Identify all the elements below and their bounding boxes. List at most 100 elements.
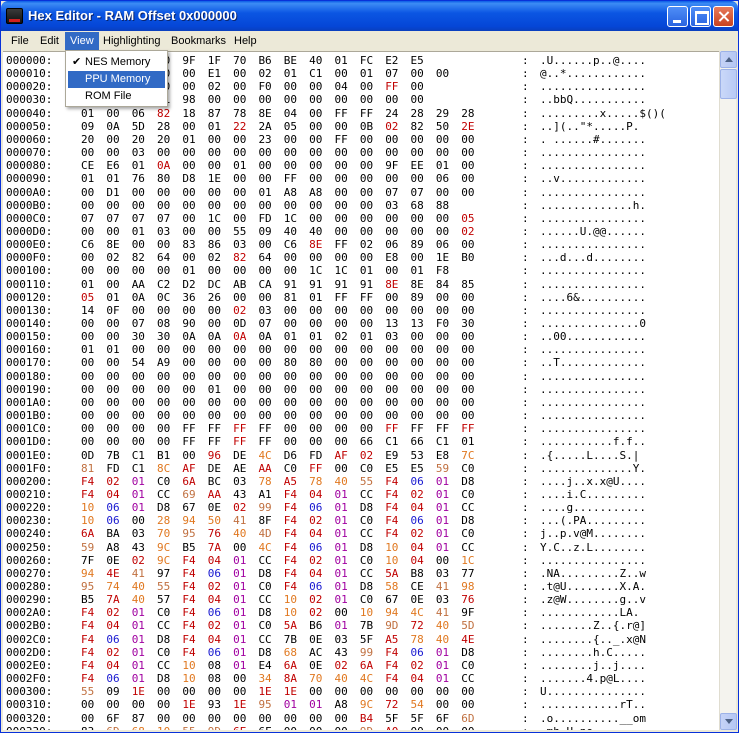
hex-byte[interactable]: 02 [461, 225, 479, 238]
hex-byte[interactable]: 74 [106, 580, 124, 593]
hex-byte[interactable]: 01 [132, 501, 150, 514]
hex-byte[interactable]: 24 [385, 107, 403, 120]
hex-byte[interactable]: 00 [132, 383, 150, 396]
hex-byte[interactable]: 00 [81, 396, 99, 409]
hex-byte[interactable]: 01 [335, 54, 353, 67]
hex-byte[interactable]: 00 [309, 343, 327, 356]
hex-byte[interactable]: 40 [132, 580, 150, 593]
hex-byte[interactable]: 05 [284, 120, 302, 133]
hex-byte[interactable]: 00 [360, 251, 378, 264]
hex-byte[interactable]: 00 [233, 212, 251, 225]
hex-byte[interactable]: 00 [182, 67, 200, 80]
hex-byte[interactable]: 00 [411, 409, 429, 422]
hex-byte[interactable]: 00 [360, 304, 378, 317]
hex-byte[interactable]: 00 [157, 146, 175, 159]
hex-byte[interactable]: 00 [360, 396, 378, 409]
hex-byte[interactable]: D8 [258, 567, 276, 580]
hex-byte[interactable]: 0E [411, 593, 429, 606]
hex-byte[interactable]: 02 [385, 120, 403, 133]
hex-byte[interactable]: 00 [411, 67, 429, 80]
hex-byte[interactable]: 00 [436, 67, 454, 80]
hex-byte[interactable]: 00 [106, 133, 124, 146]
hex-byte[interactable]: 00 [157, 409, 175, 422]
hex-byte[interactable]: 00 [284, 93, 302, 106]
hex-byte[interactable]: D8 [461, 475, 479, 488]
title-bar[interactable]: Hex Editor - RAM Offset 0x000000 [1, 1, 738, 31]
hex-byte[interactable]: FF [258, 422, 276, 435]
hex-byte[interactable]: 00 [157, 396, 175, 409]
hex-byte[interactable]: 01 [132, 606, 150, 619]
hex-byte[interactable]: 00 [436, 225, 454, 238]
hex-row[interactable]: 000150: 00 00 30 30 0A 0A 0A 0A 01 01 02 01 03 00 00 00:… [3, 330, 719, 343]
hex-byte[interactable]: 06 [385, 238, 403, 251]
hex-row[interactable]: 000130: 14 0F 00 00 00 00 02 03 00 00 00 00 00 00 00 00:… [3, 304, 719, 317]
hex-byte[interactable]: 00 [461, 685, 479, 698]
hex-byte[interactable]: 00 [461, 146, 479, 159]
hex-byte[interactable]: 00 [81, 146, 99, 159]
hex-byte[interactable]: 84 [436, 278, 454, 291]
hex-row[interactable]: 0001D0: 00 00 00 00 FF FF FF FF 00 00 00 66 C1 66 C1 01:… [3, 435, 719, 448]
hex-byte[interactable]: 00 [436, 370, 454, 383]
hex-byte[interactable]: 03 [132, 527, 150, 540]
hex-byte[interactable]: 00 [233, 672, 251, 685]
hex-byte[interactable]: 00 [182, 199, 200, 212]
hex-byte[interactable]: FD [309, 449, 327, 462]
hex-byte[interactable]: 6E [233, 725, 251, 730]
hex-byte[interactable]: AB [233, 278, 251, 291]
hex-byte[interactable]: 5A [284, 619, 302, 632]
hex-byte[interactable]: 00 [258, 409, 276, 422]
hex-byte[interactable]: 00 [208, 264, 226, 277]
hex-byte[interactable]: 00 [208, 304, 226, 317]
hex-byte[interactable]: 03 [436, 593, 454, 606]
hex-row[interactable]: 0002C0: F4 06 01 D8 F4 04 01 CC 7B 0E 03 5F A5 78 40 4E:… [3, 633, 719, 646]
hex-byte[interactable]: 00 [385, 225, 403, 238]
hex-byte[interactable]: 02 [335, 659, 353, 672]
hex-row[interactable]: 000140: 00 00 07 08 90 00 0D 07 00 00 00 00 13 13 F0 30:… [3, 317, 719, 330]
hex-byte[interactable]: 00 [335, 712, 353, 725]
hex-byte[interactable]: 00 [81, 251, 99, 264]
hex-byte[interactable]: 00 [461, 238, 479, 251]
hex-byte[interactable]: CC [360, 488, 378, 501]
hex-byte[interactable]: 08 [208, 659, 226, 672]
hex-byte[interactable]: 0A [258, 330, 276, 343]
hex-byte[interactable]: 59 [436, 462, 454, 475]
hex-byte[interactable]: 55 [81, 685, 99, 698]
hex-byte[interactable]: 05 [81, 291, 99, 304]
hex-byte[interactable]: 00 [309, 383, 327, 396]
hex-byte[interactable]: 9C [157, 554, 175, 567]
hex-byte[interactable]: 1C [335, 264, 353, 277]
hex-byte[interactable]: 00 [258, 396, 276, 409]
hex-byte[interactable]: 87 [208, 107, 226, 120]
hex-byte[interactable]: 0A [132, 291, 150, 304]
hex-byte[interactable]: 00 [436, 383, 454, 396]
hex-byte[interactable]: 00 [233, 383, 251, 396]
hex-byte[interactable]: 01 [436, 514, 454, 527]
hex-byte[interactable]: 02 [309, 554, 327, 567]
hex-byte[interactable]: 00 [132, 514, 150, 527]
hex-byte[interactable]: 00 [106, 330, 124, 343]
ascii-text[interactable]: .o..........__om [540, 712, 646, 725]
hex-byte[interactable]: 00 [335, 212, 353, 225]
hex-byte[interactable]: 90 [182, 317, 200, 330]
hex-byte[interactable]: 00 [411, 383, 429, 396]
ascii-text[interactable]: ................ [540, 343, 646, 356]
hex-byte[interactable]: 00 [436, 291, 454, 304]
hex-byte[interactable]: 2A [258, 120, 276, 133]
hex-byte[interactable]: 40 [284, 225, 302, 238]
hex-byte[interactable]: 06 [106, 501, 124, 514]
hex-byte[interactable]: 95 [81, 580, 99, 593]
hex-byte[interactable]: 00 [81, 264, 99, 277]
ascii-text[interactable]: ...(.PA......... [540, 514, 646, 527]
hex-byte[interactable]: 8E [309, 238, 327, 251]
hex-byte[interactable]: 00 [461, 383, 479, 396]
menu-bookmarks[interactable]: Bookmarks [166, 32, 231, 50]
ascii-text[interactable]: .t@U........X.A. [540, 580, 646, 593]
hex-byte[interactable]: 59 [81, 541, 99, 554]
hex-row[interactable]: 000180: 00 00 00 00 00 00 00 00 00 00 00 00 00 00 00 00:… [3, 370, 719, 383]
hex-byte[interactable]: 00 [182, 80, 200, 93]
hex-byte[interactable]: 02 [208, 580, 226, 593]
hex-byte[interactable]: 00 [461, 725, 479, 730]
hex-byte[interactable]: 02 [411, 659, 429, 672]
hex-byte[interactable]: 0D [233, 317, 251, 330]
hex-byte[interactable]: 00 [360, 186, 378, 199]
